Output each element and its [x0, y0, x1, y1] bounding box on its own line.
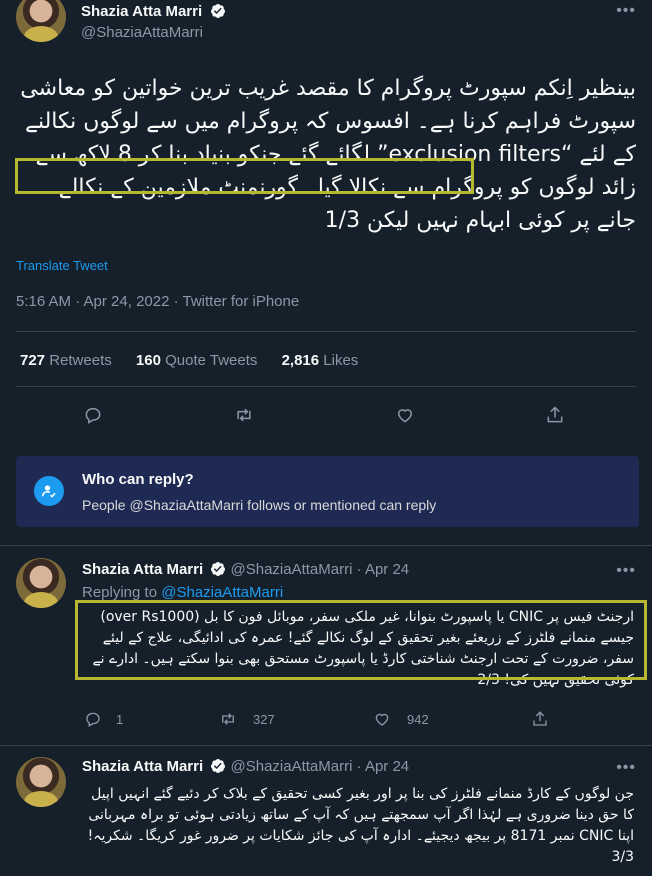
- reply-icon[interactable]: [84, 710, 102, 733]
- highlight-box: [75, 600, 647, 680]
- divider: [0, 745, 652, 746]
- divider: [0, 545, 652, 546]
- replying-to-handle[interactable]: @ShaziaAttaMarri: [161, 584, 283, 601]
- author-name[interactable]: Shazia Atta Marri: [81, 3, 202, 20]
- more-options-icon[interactable]: •••: [616, 562, 636, 580]
- reply-header: Shazia Atta Marri @ShaziaAttaMarri · Apr…: [82, 758, 409, 775]
- share-icon[interactable]: [545, 405, 565, 430]
- who-can-reply-description: People @ShaziaAttaMarri follows or menti…: [82, 497, 437, 513]
- verified-badge-icon: [210, 561, 226, 577]
- author-avatar[interactable]: [16, 0, 66, 42]
- author-handle[interactable]: @ShaziaAttaMarri: [81, 24, 203, 41]
- like-icon[interactable]: [395, 405, 415, 430]
- reply-author-name[interactable]: Shazia Atta Marri: [82, 561, 203, 578]
- more-options-icon[interactable]: •••: [616, 2, 636, 20]
- reply-avatar[interactable]: [16, 757, 66, 807]
- reply-text: جن لوگوں کے کارڈ منمانے فلٹرز کی بنا پر …: [87, 786, 634, 865]
- like-icon[interactable]: [373, 710, 391, 733]
- reply-author-name[interactable]: Shazia Atta Marri: [82, 758, 203, 775]
- divider: [16, 386, 636, 387]
- retweets-count: 727: [20, 352, 46, 369]
- share-icon[interactable]: [531, 710, 549, 733]
- reply-avatar[interactable]: [16, 558, 66, 608]
- quotes-stat[interactable]: 160 Quote Tweets: [136, 352, 257, 369]
- retweet-count: 327: [253, 712, 275, 727]
- highlight-box: [15, 158, 474, 194]
- divider: [16, 331, 636, 332]
- tweet-timestamp[interactable]: 5:16 AM · Apr 24, 2022 · Twitter for iPh…: [16, 293, 299, 310]
- more-options-icon[interactable]: •••: [616, 759, 636, 777]
- reply-date[interactable]: · Apr 24: [357, 561, 410, 578]
- retweets-stat[interactable]: 727 Retweets: [20, 352, 112, 369]
- tweet-text: بینظیر اِنکم سپورٹ پروگرام کا مقصد غریب …: [20, 76, 636, 233]
- verified-badge-icon: [210, 758, 226, 774]
- likes-count: 2,816: [281, 352, 320, 369]
- reply-handle[interactable]: @ShaziaAttaMarri: [231, 561, 353, 578]
- reply-date[interactable]: · Apr 24: [357, 758, 410, 775]
- stats-row: 727 Retweets 160 Quote Tweets 2,816 Like…: [20, 352, 358, 369]
- reply-handle[interactable]: @ShaziaAttaMarri: [231, 758, 353, 775]
- verified-badge-icon: [210, 3, 226, 19]
- retweet-icon[interactable]: [234, 405, 254, 430]
- translate-tweet-link[interactable]: Translate Tweet: [16, 258, 108, 273]
- likes-stat[interactable]: 2,816 Likes: [282, 352, 359, 369]
- retweet-icon[interactable]: [219, 710, 237, 733]
- author-name-row[interactable]: Shazia Atta Marri: [81, 3, 226, 21]
- quotes-count: 160: [135, 352, 161, 369]
- replying-to: Replying to @ShaziaAttaMarri: [82, 584, 283, 601]
- quotes-label: Quote Tweets: [165, 352, 258, 369]
- who-can-reply-box: Who can reply? People @ShaziaAttaMarri f…: [16, 456, 639, 527]
- likes-label: Likes: [323, 352, 359, 369]
- like-count: 942: [407, 712, 429, 727]
- reply-restriction-icon: [34, 476, 64, 506]
- who-can-reply-title: Who can reply?: [82, 471, 194, 488]
- reply-icon[interactable]: [83, 405, 103, 430]
- reply-count: 1: [116, 712, 124, 727]
- replying-to-label: Replying to: [82, 584, 158, 601]
- retweets-label: Retweets: [49, 352, 112, 369]
- reply-header: Shazia Atta Marri @ShaziaAttaMarri · Apr…: [82, 561, 409, 578]
